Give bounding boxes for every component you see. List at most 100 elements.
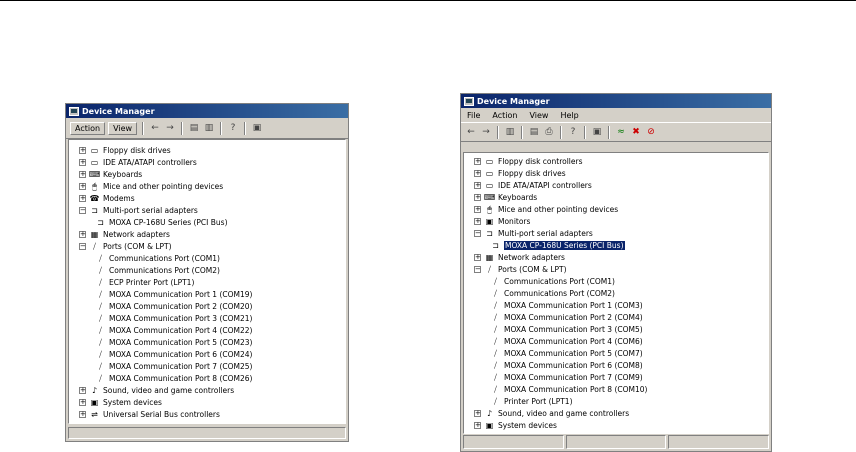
tree-item-label: Universal Serial Bus controllers xyxy=(103,409,220,419)
view-menu[interactable]: View xyxy=(108,121,138,135)
tree-device[interactable]: ⧸ MOXA Communication Port 5 (COM23) xyxy=(95,336,252,348)
tree-item-label: Keyboards xyxy=(498,192,538,202)
back-icon[interactable]: ← xyxy=(465,126,477,138)
expand-icon[interactable]: + xyxy=(79,158,86,166)
menu-action[interactable]: Action xyxy=(490,111,519,120)
expand-icon[interactable]: + xyxy=(474,193,481,201)
expand-icon[interactable]: + xyxy=(474,205,481,213)
tree-category[interactable]: + ☎ Modems xyxy=(79,192,135,204)
tree-category[interactable]: + ▦ Network adapters xyxy=(474,251,565,263)
tree-device[interactable]: ⧸ MOXA Communication Port 4 (COM22) xyxy=(95,324,252,336)
uninstall-icon[interactable]: ✖ xyxy=(630,126,642,138)
tree-device[interactable]: ⧸ Printer Port (LPT1) xyxy=(490,395,572,407)
tree-device[interactable]: ⧸ MOXA Communication Port 4 (COM6) xyxy=(490,335,643,347)
expand-icon[interactable]: + xyxy=(474,181,481,189)
title-bar[interactable]: Device Manager xyxy=(461,94,771,108)
expand-icon[interactable]: + xyxy=(474,409,481,417)
tree-category[interactable]: + ⌨ Keyboards xyxy=(474,191,537,203)
tree-device[interactable]: ⧸ ECP Printer Port (LPT1) xyxy=(95,276,194,288)
help-icon[interactable]: ? xyxy=(567,126,579,138)
action-menu[interactable]: Action xyxy=(70,121,106,135)
scan-hardware-icon[interactable]: ▣ xyxy=(591,126,603,138)
update-driver-icon[interactable]: ≈ xyxy=(615,126,627,138)
tree-device[interactable]: ⧸ MOXA Communication Port 1 (COM19) xyxy=(95,288,252,300)
tree-category[interactable]: + ▭ Floppy disk controllers xyxy=(474,155,583,167)
collapse-icon[interactable]: − xyxy=(474,265,481,273)
tree-category[interactable]: + ▣ Monitors xyxy=(474,215,530,227)
print-icon[interactable]: ⎙ xyxy=(543,126,555,138)
toolbar-separator xyxy=(497,125,499,139)
tree-category[interactable]: − ⊐ Multi-port serial adapters xyxy=(474,227,593,239)
expand-icon[interactable]: + xyxy=(79,398,86,406)
tree-category[interactable]: + ▭ IDE ATA/ATAPI controllers xyxy=(474,179,592,191)
properties-icon[interactable]: ▤ xyxy=(188,122,200,134)
tree-device[interactable]: ⧸ MOXA Communication Port 6 (COM24) xyxy=(95,348,252,360)
tree-device[interactable]: ⧸ MOXA Communication Port 2 (COM4) xyxy=(490,311,643,323)
back-icon[interactable]: ← xyxy=(149,122,161,134)
expand-icon[interactable]: + xyxy=(79,146,86,154)
tree-category[interactable]: − ⧸ Ports (COM & LPT) xyxy=(474,263,567,275)
sound-icon: ♪ xyxy=(486,408,493,418)
tree-device[interactable]: ⧸ MOXA Communication Port 3 (COM21) xyxy=(95,312,252,324)
tree-category[interactable]: + ▭ Floppy disk drives xyxy=(79,144,171,156)
forward-icon[interactable]: → xyxy=(164,122,176,134)
collapse-icon[interactable]: − xyxy=(79,242,86,250)
properties-icon[interactable]: ▤ xyxy=(528,126,540,138)
menu-file[interactable]: File xyxy=(465,111,482,120)
tree-device[interactable]: ⧸ MOXA Communication Port 7 (COM25) xyxy=(95,360,252,372)
help-icon[interactable]: ? xyxy=(227,122,239,134)
expand-icon[interactable]: + xyxy=(79,410,86,418)
tree-device[interactable]: ⧸ Communications Port (COM1) xyxy=(490,275,615,287)
tree-item-label: MOXA Communication Port 5 (COM7) xyxy=(504,348,643,358)
tree-device[interactable]: ⧸ MOXA Communication Port 5 (COM7) xyxy=(490,347,643,359)
scan-hardware-icon[interactable]: ▣ xyxy=(251,122,263,134)
tree-category[interactable]: + ▭ IDE ATA/ATAPI controllers xyxy=(79,156,197,168)
tree-category[interactable]: + ▣ System devices xyxy=(79,396,162,408)
expand-icon[interactable]: + xyxy=(79,230,86,238)
tree-device[interactable]: ⧸ MOXA Communication Port 8 (COM26) xyxy=(95,372,252,384)
expand-icon[interactable]: + xyxy=(474,253,481,261)
tree-category[interactable]: + 🖱 Mice and other pointing devices xyxy=(79,180,223,192)
tree-category[interactable]: + ⇌ Universal Serial Bus controllers xyxy=(79,408,220,420)
expand-icon[interactable]: + xyxy=(474,421,481,429)
tree-category[interactable]: − ⧸ Ports (COM & LPT) xyxy=(79,240,172,252)
collapse-icon[interactable]: − xyxy=(79,206,86,214)
tree-device[interactable]: ⊐ MOXA CP-168U Series (PCI Bus) xyxy=(490,239,625,251)
expand-icon[interactable]: + xyxy=(79,170,86,178)
view-tree-icon[interactable]: ▥ xyxy=(203,122,215,134)
tree-category[interactable]: + ▦ Network adapters xyxy=(79,228,170,240)
forward-icon[interactable]: → xyxy=(480,126,492,138)
expand-icon[interactable]: + xyxy=(79,182,86,190)
tree-device[interactable]: ⊐ MOXA CP-168U Series (PCI Bus) xyxy=(95,216,227,228)
expand-icon[interactable]: + xyxy=(79,386,86,394)
tree-category[interactable]: − ⊐ Multi-port serial adapters xyxy=(79,204,198,216)
menu-help[interactable]: Help xyxy=(558,111,580,120)
title-bar[interactable]: Device Manager xyxy=(66,104,348,118)
tree-category[interactable]: + ♪ Sound, video and game controllers xyxy=(474,407,629,419)
expand-icon[interactable]: + xyxy=(474,157,481,165)
tree-category[interactable]: + ♪ Sound, video and game controllers xyxy=(79,384,234,396)
tree-device[interactable]: ⧸ MOXA Communication Port 6 (COM8) xyxy=(490,359,643,371)
tree-device[interactable]: ⧸ MOXA Communication Port 8 (COM10) xyxy=(490,383,647,395)
collapse-icon[interactable]: − xyxy=(474,229,481,237)
expand-icon[interactable]: + xyxy=(79,194,86,202)
tree-category[interactable]: + ▭ Floppy disk drives xyxy=(474,167,566,179)
tree-device[interactable]: ⧸ Communications Port (COM2) xyxy=(95,264,220,276)
expand-icon[interactable]: + xyxy=(474,169,481,177)
menu-view[interactable]: View xyxy=(527,111,550,120)
tree-category[interactable]: + 🖱 Mice and other pointing devices xyxy=(474,203,618,215)
view-tree-icon[interactable]: ▥ xyxy=(504,126,516,138)
tree-device[interactable]: ⧸ MOXA Communication Port 7 (COM9) xyxy=(490,371,643,383)
tree-device[interactable]: ⧸ MOXA Communication Port 1 (COM3) xyxy=(490,299,643,311)
expand-icon[interactable]: + xyxy=(474,217,481,225)
tree-category[interactable]: + ▣ System devices xyxy=(474,419,557,431)
tree-item-label: Sound, video and game controllers xyxy=(498,408,630,418)
disable-icon[interactable]: ⊘ xyxy=(645,126,657,138)
tree-device[interactable]: ⧸ Communications Port (COM2) xyxy=(490,287,615,299)
tree-device[interactable]: ⧸ MOXA Communication Port 3 (COM5) xyxy=(490,323,643,335)
tree-device[interactable]: ⧸ Communications Port (COM1) xyxy=(95,252,220,264)
tree-category[interactable]: + ⌨ Keyboards xyxy=(79,168,142,180)
tree-device[interactable]: ⧸ MOXA Communication Port 2 (COM20) xyxy=(95,300,252,312)
tree-item-label: Mice and other pointing devices xyxy=(103,181,224,191)
tree-item-label: MOXA Communication Port 4 (COM22) xyxy=(109,325,253,335)
